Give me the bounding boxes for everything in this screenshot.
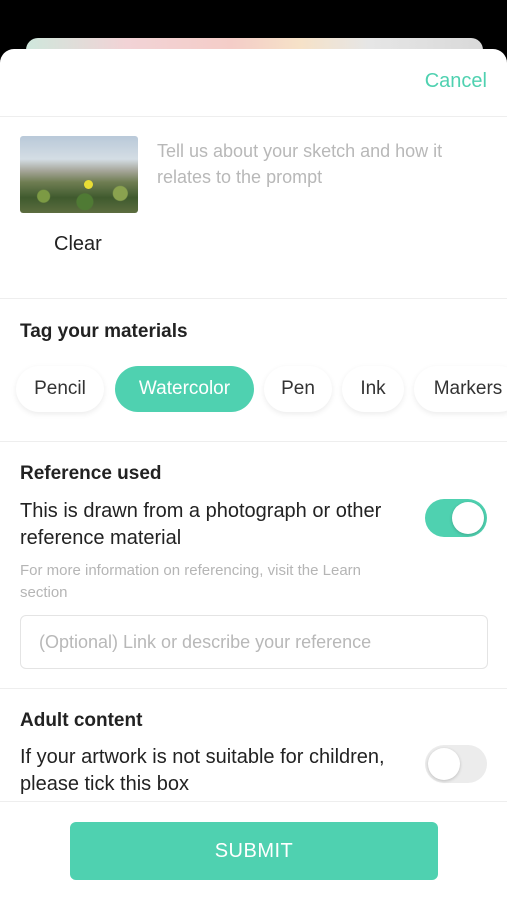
toggle-knob	[428, 748, 460, 780]
materials-chip-row: Pencil Watercolor Pen Ink Markers	[0, 366, 507, 412]
chip-watercolor[interactable]: Watercolor	[115, 366, 254, 412]
reference-title: Reference used	[20, 463, 162, 484]
submission-sheet: Cancel Clear Tell us about your sketch a…	[0, 49, 507, 900]
submit-button[interactable]: SUBMIT	[70, 822, 438, 880]
divider	[0, 441, 507, 442]
thumbnail-flower	[84, 180, 93, 189]
divider	[0, 298, 507, 299]
divider	[0, 688, 507, 689]
reference-toggle[interactable]	[425, 499, 487, 537]
materials-title: Tag your materials	[20, 321, 188, 342]
reference-input[interactable]	[20, 615, 488, 669]
chip-ink[interactable]: Ink	[342, 366, 404, 412]
adult-content-toggle[interactable]	[425, 745, 487, 783]
chip-pen[interactable]: Pen	[264, 366, 332, 412]
cancel-button[interactable]: Cancel	[425, 70, 487, 93]
toggle-knob	[452, 502, 484, 534]
reference-toggle-label: This is drawn from a photograph or other…	[20, 500, 382, 549]
sketch-thumbnail[interactable]	[20, 136, 138, 213]
adult-content-title: Adult content	[20, 710, 143, 731]
footer: SUBMIT	[0, 801, 507, 900]
chip-markers[interactable]: Markers	[414, 366, 507, 412]
clear-button[interactable]: Clear	[54, 233, 102, 256]
chip-pencil[interactable]: Pencil	[16, 366, 104, 412]
adult-content-toggle-label: If your artwork is not suitable for chil…	[20, 746, 385, 795]
reference-info-note: For more information on referencing, vis…	[20, 562, 361, 601]
thumbnail-foliage	[20, 185, 138, 213]
divider	[0, 116, 507, 117]
sketch-description-input[interactable]: Tell us about your sketch and how it rel…	[157, 138, 487, 190]
divider	[0, 801, 507, 802]
